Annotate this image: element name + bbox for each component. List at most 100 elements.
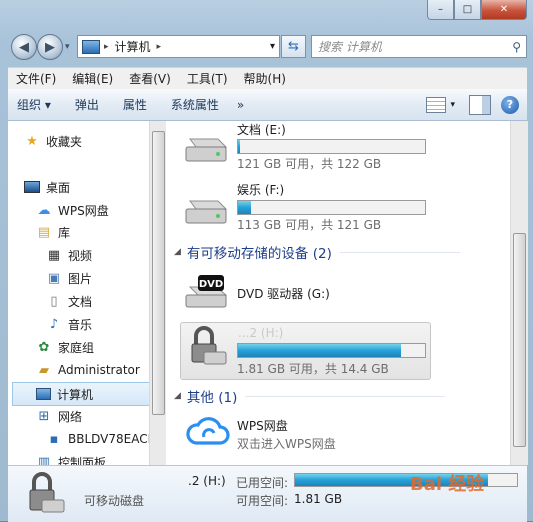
nav-network[interactable]: ⊞ 网络 [36, 405, 82, 427]
collapse-icon[interactable]: ◢ [174, 247, 181, 257]
pictures-icon: ▣ [47, 270, 61, 286]
address-separator-2[interactable]: ▸ [157, 42, 162, 52]
more-commands-button[interactable]: » [228, 98, 253, 112]
usb-drive-name[interactable]: ...2 (H:) [238, 326, 283, 340]
nav-documents[interactable]: ▯ 文档 [46, 290, 92, 312]
usb-usage-fill [238, 344, 401, 357]
nav-wps[interactable]: ☁ WPS网盘 [36, 199, 109, 221]
address-separator[interactable]: ▸ [104, 42, 109, 52]
search-icon[interactable]: ⚲ [512, 40, 521, 54]
nav-label: 控制面板 [58, 455, 107, 466]
removable-disk-icon [191, 326, 227, 365]
pc-icon: ▪ [49, 431, 59, 447]
removable-group-header[interactable]: ◢ 有可移动存储的设备 (2) [174, 242, 460, 262]
usb-info: 1.81 GB 可用，共 14.4 GB [237, 362, 389, 376]
star-icon: ★ [26, 133, 38, 149]
nav-label: 音乐 [68, 317, 93, 332]
nav-label: 桌面 [46, 180, 71, 195]
properties-button[interactable]: 属性 [114, 96, 156, 113]
drive-f-usage-fill [238, 201, 252, 214]
dvd-badge-text: DVD [199, 279, 223, 290]
view-options-icon[interactable] [426, 96, 447, 113]
group-label: 有可移动存储的设备 (2) [186, 246, 332, 262]
user-folder-icon: ▰ [39, 362, 49, 378]
caption-buttons: – □ ✕ [427, 0, 527, 20]
organize-button[interactable]: 组织 ▾ [8, 96, 60, 113]
nav-computer[interactable]: 计算机 [12, 382, 149, 406]
other-group-header[interactable]: ◢ 其他 (1) [174, 386, 446, 406]
nav-label: Administrator [58, 363, 140, 377]
nav-pictures[interactable]: ▣ 图片 [46, 267, 92, 289]
nav-label: 计算机 [57, 387, 94, 402]
usb-usage-bar [237, 343, 426, 358]
computer-icon [35, 386, 51, 402]
address-dropdown-icon[interactable]: ▾ [270, 41, 275, 52]
view-dropdown-icon[interactable]: ▾ [450, 100, 455, 110]
wps-item-name[interactable]: WPS网盘 [237, 417, 288, 434]
system-properties-button[interactable]: 系统属性 [162, 96, 228, 113]
menu-tools[interactable]: 工具(T) [179, 70, 236, 87]
address-path[interactable]: 计算机 [115, 38, 151, 55]
details-free-value: 1.81 GB [294, 492, 343, 506]
nav-control-panel[interactable]: ▥ 控制面板 [36, 451, 107, 466]
minimize-button[interactable]: – [427, 0, 454, 20]
drive-e-usage-fill [238, 140, 240, 153]
dvd-drive-name[interactable]: DVD 驱动器 (G:) [237, 285, 330, 302]
drive-e-name[interactable]: 文档 (E:) [237, 121, 286, 138]
nav-label: 家庭组 [58, 340, 95, 355]
content-scroll-thumb[interactable] [513, 233, 526, 447]
nav-label: 图片 [68, 271, 93, 286]
menu-view[interactable]: 查看(V) [121, 70, 179, 87]
menu-help[interactable]: 帮助(H) [236, 70, 294, 87]
navigation-scroll-thumb[interactable] [152, 131, 165, 415]
drive-f-info: 113 GB 可用，共 121 GB [237, 218, 382, 232]
drive-f-usage-bar [237, 200, 426, 215]
nav-library[interactable]: ▤ 库 [36, 221, 70, 243]
menu-edit[interactable]: 编辑(E) [64, 70, 121, 87]
menu-file[interactable]: 文件(F) [8, 70, 64, 87]
drive-f-name[interactable]: 娱乐 (F:) [237, 181, 284, 198]
wps-cloud-icon [186, 417, 230, 445]
hard-drive-icon [185, 200, 228, 224]
navigation-scrollbar[interactable] [149, 121, 166, 465]
forward-button[interactable]: ▶ [37, 34, 63, 60]
navigation-bar: ◀ ▶ ▾ ▸ 计算机 ▸ ▾ ⇆ 搜索 计算机 ⚲ [0, 30, 533, 62]
nav-music[interactable]: ♪ 音乐 [46, 313, 92, 335]
search-input[interactable]: 搜索 计算机 [312, 38, 512, 55]
details-drive-type: 可移动磁盘 [84, 494, 145, 508]
nav-label: 库 [58, 225, 71, 240]
nav-desktop[interactable]: 桌面 [24, 176, 70, 198]
nav-video[interactable]: ▦ 视频 [46, 244, 92, 266]
preview-pane-icon[interactable] [469, 94, 491, 115]
removable-disk-icon [29, 472, 65, 513]
close-button[interactable]: ✕ [481, 0, 527, 20]
nav-label: BBLDV78EACI [68, 432, 149, 446]
recent-pages-dropdown-icon[interactable]: ▾ [65, 42, 70, 52]
drive-e-usage-bar [237, 139, 426, 154]
content-pane: 文档 (E:) 121 GB 可用，共 122 GB 娱乐 (F:) 113 G… [166, 121, 510, 465]
desktop-icon [24, 179, 40, 195]
cloud-icon: ☁ [37, 202, 51, 218]
homegroup-icon: ✿ [38, 339, 50, 355]
watermark: Bai 经验 [410, 474, 485, 495]
drive-e-info: 121 GB 可用，共 122 GB [237, 157, 382, 171]
nav-homegroup[interactable]: ✿ 家庭组 [36, 336, 94, 358]
nav-pc[interactable]: ▪ BBLDV78EACI [46, 428, 149, 450]
content-scrollbar[interactable] [510, 121, 528, 465]
help-icon[interactable]: ? [501, 95, 519, 114]
nav-administrator[interactable]: ▰ Administrator [36, 359, 140, 381]
eject-button[interactable]: 弹出 [66, 96, 108, 113]
collapse-icon[interactable]: ◢ [174, 391, 181, 401]
search-box[interactable]: 搜索 计算机 ⚲ [311, 35, 527, 58]
group-divider [245, 395, 446, 397]
music-icon: ♪ [49, 316, 59, 332]
address-bar[interactable]: ▸ 计算机 ▸ ▾ [77, 35, 280, 58]
maximize-button[interactable]: □ [454, 0, 481, 20]
hard-drive-icon [185, 138, 228, 162]
nav-favorites[interactable]: ★ 收藏夹 [24, 130, 82, 152]
navigation-pane: ★ 收藏夹 桌面 ☁ WPS网盘 ▤ 库 ▦ 视频 ▣ 图片 ▯ 文档 ♪ 音乐… [8, 121, 149, 465]
group-divider [339, 251, 460, 253]
nav-label: 网络 [58, 409, 83, 424]
refresh-button[interactable]: ⇆ [281, 35, 306, 58]
back-button[interactable]: ◀ [11, 34, 37, 60]
